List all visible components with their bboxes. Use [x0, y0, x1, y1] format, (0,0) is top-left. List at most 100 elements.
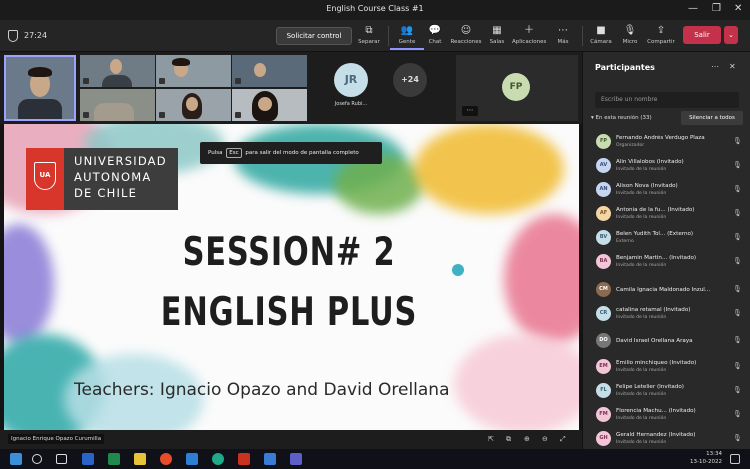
word-icon[interactable] — [82, 453, 94, 465]
mic-off-icon: 🎙 — [733, 336, 742, 344]
request-control-button[interactable]: Solicitar control — [276, 27, 352, 45]
search-icon[interactable] — [32, 454, 42, 464]
mic-off-icon: 🎙 — [733, 185, 742, 193]
minimize-icon[interactable]: — — [688, 3, 698, 14]
slide-title-line1: SESSION# 2 — [182, 230, 396, 275]
avatar: FP — [596, 134, 611, 149]
separate-button[interactable]: ⧉ Separar — [352, 24, 386, 50]
participant-role: Invitado de la reunión — [616, 263, 667, 268]
mic-off-icon — [83, 78, 89, 84]
notification-icon[interactable] — [730, 454, 740, 464]
participant-row[interactable]: CM Camila Ignacia Maldonado Inzul... 🎙 — [583, 280, 750, 304]
meeting-section-header[interactable]: ▾ En esta reunión (33) — [591, 115, 652, 121]
zoom-in-icon[interactable]: ⊕ — [524, 435, 530, 443]
file-explorer-icon[interactable] — [134, 453, 146, 465]
participant-name: Alin Villalobos (Invitado) — [616, 159, 684, 165]
reactions-button[interactable]: ☺ Reacciones — [449, 24, 483, 50]
participant-name: Josefa Rubi... — [334, 101, 368, 107]
participant-row[interactable]: BV Belen Yudith Tol... (Externo) Externo… — [583, 228, 750, 252]
participant-name: Felipe Letelier (Invitado) — [616, 384, 684, 390]
zoom-out-icon[interactable]: ⊖ — [542, 435, 548, 443]
start-icon[interactable] — [10, 453, 22, 465]
shield-icon: UA — [34, 162, 56, 190]
participant-row[interactable]: FP Fernando Andrés Verdugo Plaza Organiz… — [583, 132, 750, 156]
avatar: AN — [596, 182, 611, 197]
participant-video-tile[interactable] — [232, 89, 307, 121]
mic-off-icon — [83, 112, 89, 118]
mic-off-icon: 🎙 — [733, 410, 742, 418]
taskbar-time[interactable]: 13:34 — [688, 451, 722, 457]
apps-button[interactable]: ＋ Aplicaciones — [512, 24, 546, 50]
firefox-icon[interactable] — [160, 453, 172, 465]
close-icon[interactable]: ✕ — [729, 62, 736, 71]
participant-video-tile[interactable] — [156, 89, 231, 121]
mic-off-icon — [159, 78, 165, 84]
mic-off-icon: 🎙 — [733, 434, 742, 442]
avatar: DO — [596, 333, 611, 348]
mic-off-icon: 🎙 — [733, 309, 742, 317]
participant-role: Invitado de la reunión — [616, 191, 667, 196]
self-video-tile[interactable] — [4, 55, 76, 121]
pop-out-icon[interactable]: ⇱ — [488, 435, 494, 443]
avatar: FL — [596, 383, 611, 398]
more-icon[interactable]: ⋯ — [711, 62, 719, 71]
fullscreen-exit-hint: Pulsa Esc para salir del modo de pantall… — [200, 142, 382, 164]
participant-row[interactable]: DO David Israel Orellana Araya 🎙 — [583, 331, 750, 355]
participant-name: Alison Nova (Invitado) — [616, 183, 678, 189]
participant-name: Florencia Machu... (Invitado) — [616, 408, 696, 414]
excel-icon[interactable] — [108, 453, 120, 465]
person-hair — [172, 58, 190, 66]
watercolor-blob — [454, 334, 579, 430]
participant-row[interactable]: AV Alin Villalobos (Invitado) Invitado d… — [583, 156, 750, 180]
chevron-down-icon[interactable]: ⌄ — [724, 26, 738, 44]
chat-button[interactable]: 💬 Chat — [418, 24, 452, 50]
close-icon[interactable]: ✕ — [734, 3, 742, 14]
maximize-icon[interactable]: ❐ — [712, 3, 721, 14]
participant-row[interactable]: EM Emilio minchiqueo (Invitado) Invitado… — [583, 357, 750, 381]
app-icon[interactable] — [264, 453, 276, 465]
mute-all-button[interactable]: Silenciar a todos — [681, 111, 743, 125]
rooms-button[interactable]: ▦ Salas — [480, 24, 514, 50]
edge-icon[interactable] — [212, 453, 224, 465]
watercolor-blob — [504, 214, 579, 344]
meeting-stage: JR Josefa Rubi... +24 FP ⋯ UA UNIVERSIDA… — [0, 52, 582, 449]
meeting-toolbar: 27:24 Solicitar control ⧉ Separar 👥 Gent… — [0, 20, 750, 52]
leave-button[interactable]: Salir — [683, 26, 721, 44]
participant-name: Benjamin Martin... (Invitado) — [616, 255, 697, 261]
participant-name: Antonia de la fu... (Invitado) — [616, 207, 695, 213]
teams-icon[interactable] — [290, 453, 302, 465]
participant-row[interactable]: CR catalina retamal (Invitado) Invitado … — [583, 304, 750, 328]
participant-video-tile[interactable] — [232, 55, 307, 87]
more-button[interactable]: ⋯ Más — [546, 24, 580, 50]
participant-search-input[interactable]: Escribe un nombre — [595, 92, 739, 108]
fit-icon[interactable]: ⧉ — [506, 435, 511, 444]
participant-name: catalina retamal (Invitado) — [616, 307, 691, 313]
participant-role: Invitado de la reunión — [616, 392, 667, 397]
participant-row[interactable]: BA Benjamin Martin... (Invitado) Invitad… — [583, 252, 750, 276]
participant-avatar-tile[interactable]: JR Josefa Rubi... — [320, 55, 382, 121]
overflow-participants-tile[interactable]: +24 — [390, 55, 430, 121]
participant-video-tile[interactable] — [80, 55, 155, 87]
mic-button[interactable]: 🎙 Micro — [613, 24, 647, 50]
avatar: EM — [596, 359, 611, 374]
window-title: English Course Class #1 — [326, 4, 424, 13]
participant-video-tile[interactable] — [156, 55, 231, 87]
participant-video-tile[interactable] — [80, 89, 155, 121]
participant-row[interactable]: FM Florencia Machu... (Invitado) Invitad… — [583, 405, 750, 429]
participant-name: David Israel Orellana Araya — [616, 338, 693, 344]
mail-icon[interactable] — [186, 453, 198, 465]
shared-screen-slide: UA UNIVERSIDAD AUTONOMA DE CHILE Pulsa E… — [4, 124, 579, 430]
participant-row[interactable]: AN Alison Nova (Invitado) Invitado de la… — [583, 180, 750, 204]
person-face — [110, 59, 122, 74]
windows-taskbar: 13:34 13-10-2022 — [0, 449, 750, 469]
participant-row[interactable]: FL Felipe Letelier (Invitado) Invitado d… — [583, 381, 750, 405]
more-options-icon[interactable]: ⋯ — [462, 106, 478, 116]
fullscreen-icon[interactable]: ⤢ — [560, 435, 566, 444]
share-button[interactable]: ⇪ Compartir — [644, 24, 678, 50]
taskbar-date[interactable]: 13-10-2022 — [684, 459, 722, 465]
mic-off-icon: 🎙 — [733, 161, 742, 169]
watercolor-blob — [4, 224, 54, 344]
app-icon[interactable] — [238, 453, 250, 465]
task-view-icon[interactable] — [56, 454, 67, 464]
participant-row[interactable]: AF Antonia de la fu... (Invitado) Invita… — [583, 204, 750, 228]
